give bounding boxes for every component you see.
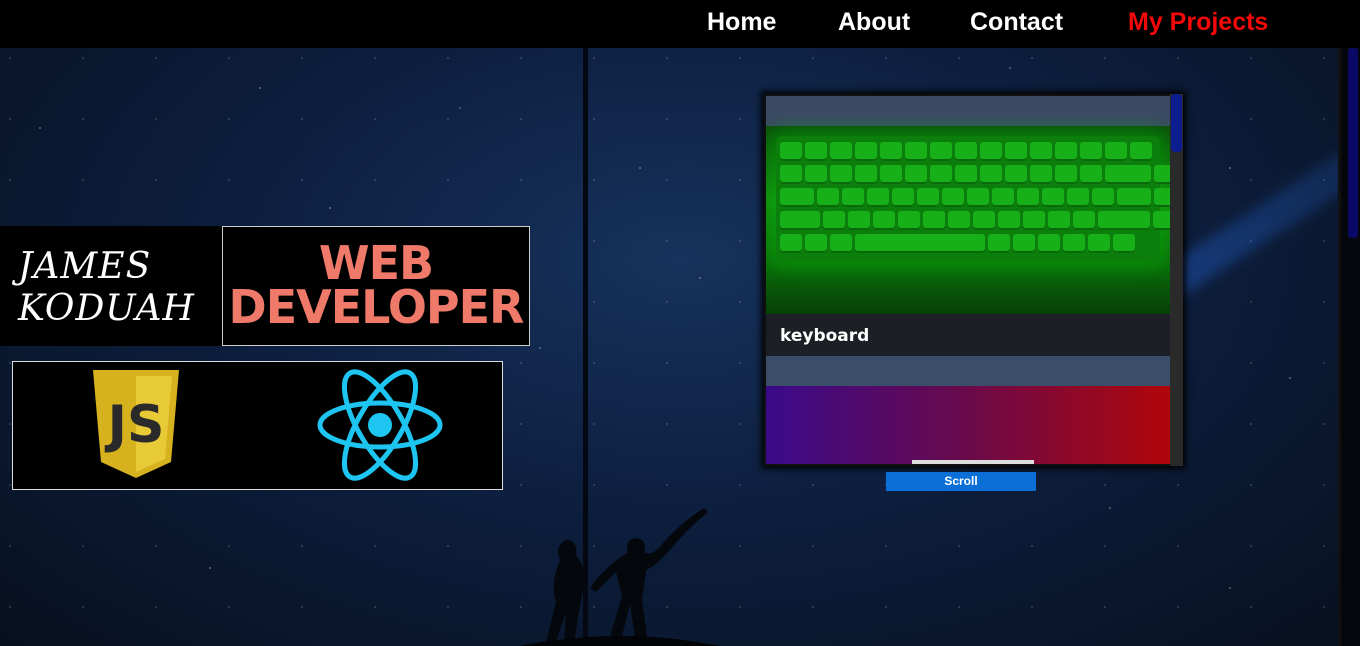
name-card: JAMES KODUAH — [0, 226, 222, 346]
page-scrollbar-thumb[interactable] — [1348, 48, 1358, 238]
projects-viewer[interactable]: keyboard — [764, 94, 1183, 466]
page-scrollbar[interactable] — [1338, 48, 1360, 646]
title-card: WEB DEVELOPER — [222, 226, 530, 346]
project-card-header — [766, 96, 1170, 126]
scroll-button[interactable]: Scroll — [886, 472, 1036, 491]
projects-scroll-area[interactable]: keyboard — [766, 96, 1170, 464]
nav-home-link[interactable]: Home — [707, 8, 776, 37]
project-thumbnail-next-bar — [912, 460, 1034, 464]
nav-about-link[interactable]: About — [838, 8, 910, 37]
top-navbar: Home About Contact My Projects — [0, 0, 1360, 48]
project-title: keyboard — [780, 326, 870, 346]
project-card-spacer — [766, 356, 1170, 386]
project-caption-bar: keyboard — [766, 314, 1170, 356]
nav-contact-link[interactable]: Contact — [970, 8, 1063, 37]
tech-logos-card: JS — [12, 361, 503, 490]
projects-scrollbar-thumb[interactable] — [1171, 94, 1182, 152]
developer-name: JAMES KODUAH — [18, 246, 195, 329]
nav-my-projects-link[interactable]: My Projects — [1128, 8, 1268, 37]
svg-text:JS: JS — [105, 395, 165, 455]
react-logo-icon — [317, 369, 443, 481]
keyboard-image — [776, 136, 1170, 261]
project-thumbnail-next[interactable] — [766, 386, 1170, 464]
project-thumbnail-keyboard[interactable] — [766, 126, 1170, 314]
javascript-logo-icon: JS — [93, 370, 179, 478]
developer-title: WEB DEVELOPER — [228, 236, 525, 334]
projects-scrollbar[interactable] — [1170, 94, 1183, 466]
people-silhouette — [520, 508, 720, 646]
